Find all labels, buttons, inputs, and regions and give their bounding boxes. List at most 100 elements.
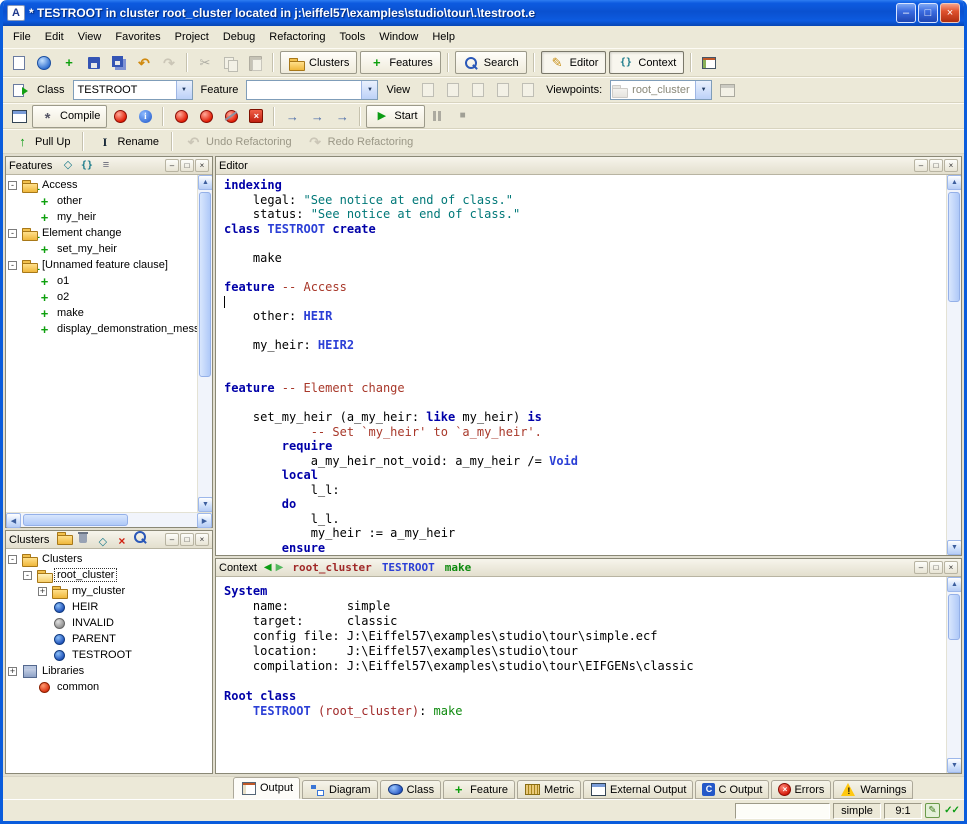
- context-crumb-testroot[interactable]: TESTROOT: [382, 561, 435, 574]
- expand-open-box[interactable]: -: [8, 229, 17, 238]
- features-panel-minimize-button[interactable]: –: [165, 159, 179, 172]
- editor-panel-minimize-button[interactable]: –: [914, 159, 928, 172]
- window-maximize-button[interactable]: □: [918, 3, 938, 23]
- expand-open-box[interactable]: -: [23, 571, 32, 580]
- new-window-button[interactable]: [7, 51, 31, 74]
- context-panel-maximize-button[interactable]: □: [929, 561, 943, 574]
- new-class-button[interactable]: [7, 79, 31, 102]
- new-tab-button[interactable]: +: [57, 51, 81, 74]
- tab-feature[interactable]: +Feature: [443, 780, 515, 799]
- editor-scroll-thumb[interactable]: [948, 192, 960, 302]
- features-panel-maximize-button[interactable]: □: [180, 159, 194, 172]
- step-out-button[interactable]: →: [330, 105, 354, 128]
- feature-item-access[interactable]: -+Access: [6, 177, 197, 193]
- feature-item-display-demonstration-messa[interactable]: +display_demonstration_messa: [6, 321, 197, 337]
- context-scroll-down-button[interactable]: ▼: [947, 758, 961, 773]
- class-combo-dropdown-button[interactable]: ▼: [176, 81, 192, 99]
- expand-open-box[interactable]: -: [8, 261, 17, 270]
- context-panel-minimize-button[interactable]: –: [914, 561, 928, 574]
- expand-open-box[interactable]: -: [8, 181, 17, 190]
- editor-scroll-up-button[interactable]: ▲: [947, 175, 961, 190]
- add-cluster-button[interactable]: [55, 528, 74, 546]
- menu-view[interactable]: View: [71, 28, 109, 46]
- features-scroll-left-button[interactable]: ◀: [6, 513, 21, 528]
- context-crumb-root-cluster[interactable]: root_cluster: [292, 561, 371, 574]
- features-hscroll-thumb[interactable]: [23, 514, 128, 526]
- context-output-area[interactable]: System name: simple target: classic conf…: [216, 577, 946, 773]
- tab-c-output[interactable]: CC Output: [695, 780, 769, 799]
- step-over-button[interactable]: →: [305, 105, 329, 128]
- context-toggle[interactable]: {}Context: [609, 51, 684, 74]
- cluster-item-invalid[interactable]: INVALID: [6, 615, 212, 631]
- cluster-item-libraries[interactable]: +Libraries: [6, 663, 212, 679]
- tab-output[interactable]: Output: [233, 777, 300, 799]
- ignore-breakpoints-button[interactable]: [219, 105, 243, 128]
- step-into-button[interactable]: →: [280, 105, 304, 128]
- cluster-item-root-cluster[interactable]: -root_cluster: [6, 567, 212, 583]
- editor-scroll-track[interactable]: [947, 190, 961, 540]
- features-horizontal-scrollbar[interactable]: ◀▶: [6, 512, 212, 527]
- cluster-item-common[interactable]: common: [6, 679, 212, 695]
- search-toggle[interactable]: Search: [455, 51, 527, 74]
- external-commands-button[interactable]: [697, 51, 721, 74]
- clusters-panel-close-button[interactable]: ×: [195, 533, 209, 546]
- editor-toggle[interactable]: ✎Editor: [541, 51, 607, 74]
- tab-diagram[interactable]: Diagram: [302, 780, 378, 799]
- features-scroll-thumb[interactable]: [199, 192, 211, 377]
- feature-item-make[interactable]: +make: [6, 305, 197, 321]
- editor-panel-close-button[interactable]: ×: [944, 159, 958, 172]
- expand-closed-box[interactable]: +: [8, 667, 17, 676]
- menu-file[interactable]: File: [6, 28, 38, 46]
- cluster-item-clusters[interactable]: -Clusters: [6, 551, 212, 567]
- feature-item-element-change[interactable]: -+Element change: [6, 225, 197, 241]
- title-bar[interactable]: A * TESTROOT in cluster root_cluster loc…: [3, 0, 964, 26]
- search-cluster-button[interactable]: [131, 528, 150, 546]
- features-vertical-scrollbar[interactable]: ▲▼: [197, 175, 212, 512]
- tab-class[interactable]: Class: [380, 780, 442, 799]
- features-hscroll-track[interactable]: [21, 513, 197, 527]
- context-scroll-thumb[interactable]: [948, 594, 960, 640]
- editor-vertical-scrollbar[interactable]: ▲▼: [946, 175, 961, 555]
- remove-item-button[interactable]: [74, 528, 93, 546]
- compile-button[interactable]: *Compile: [32, 105, 107, 128]
- tab-metric[interactable]: Metric: [517, 780, 581, 799]
- menu-edit[interactable]: Edit: [38, 28, 71, 46]
- context-panel-close-button[interactable]: ×: [944, 561, 958, 574]
- window-close-button[interactable]: ×: [940, 3, 960, 23]
- feature-item-o2[interactable]: +o2: [6, 289, 197, 305]
- rename-button[interactable]: IRename: [89, 130, 166, 153]
- feature-combo[interactable]: ▼: [246, 80, 378, 100]
- class-combo[interactable]: TESTROOT▼: [73, 80, 193, 100]
- cluster-item-heir[interactable]: HEIR: [6, 599, 212, 615]
- pull-up-button[interactable]: ↑Pull Up: [7, 130, 77, 153]
- features-panel-close-button[interactable]: ×: [195, 159, 209, 172]
- menu-help[interactable]: Help: [425, 28, 462, 46]
- compilation-info-button[interactable]: i: [133, 105, 157, 128]
- expand-closed-box[interactable]: +: [38, 587, 47, 596]
- save-all-button[interactable]: [107, 51, 131, 74]
- features-toggle[interactable]: +Features: [360, 51, 440, 74]
- context-back-button[interactable]: ◀: [264, 562, 272, 573]
- undo-button[interactable]: ↶: [132, 51, 156, 74]
- tab-errors[interactable]: ×Errors: [771, 780, 831, 799]
- editor-code-area[interactable]: indexing legal: "See notice at end of cl…: [216, 175, 946, 555]
- tab-external-output[interactable]: External Output: [583, 780, 693, 799]
- signatures-button[interactable]: {}: [77, 157, 96, 175]
- save-button[interactable]: [82, 51, 106, 74]
- menu-project[interactable]: Project: [168, 28, 216, 46]
- tab-warnings[interactable]: !Warnings: [833, 780, 913, 799]
- features-scroll-right-button[interactable]: ▶: [197, 513, 212, 528]
- project-settings-button[interactable]: [7, 105, 31, 128]
- context-scroll-up-button[interactable]: ▲: [947, 577, 961, 592]
- menu-refactoring[interactable]: Refactoring: [262, 28, 332, 46]
- comments-button[interactable]: ≡: [96, 156, 115, 174]
- clear-breakpoints-button[interactable]: ×: [244, 105, 268, 128]
- clusters-panel-minimize-button[interactable]: –: [165, 533, 179, 546]
- context-crumb-make[interactable]: make: [445, 561, 472, 574]
- features-scroll-down-button[interactable]: ▼: [198, 497, 212, 512]
- open-file-button[interactable]: [32, 51, 56, 74]
- cluster-item-parent[interactable]: PARENT: [6, 631, 212, 647]
- cluster-item-my-cluster[interactable]: +my_cluster: [6, 583, 212, 599]
- feature-item-unnamed-feature-clause[interactable]: -+[Unnamed feature clause]: [6, 257, 197, 273]
- editor-scroll-down-button[interactable]: ▼: [947, 540, 961, 555]
